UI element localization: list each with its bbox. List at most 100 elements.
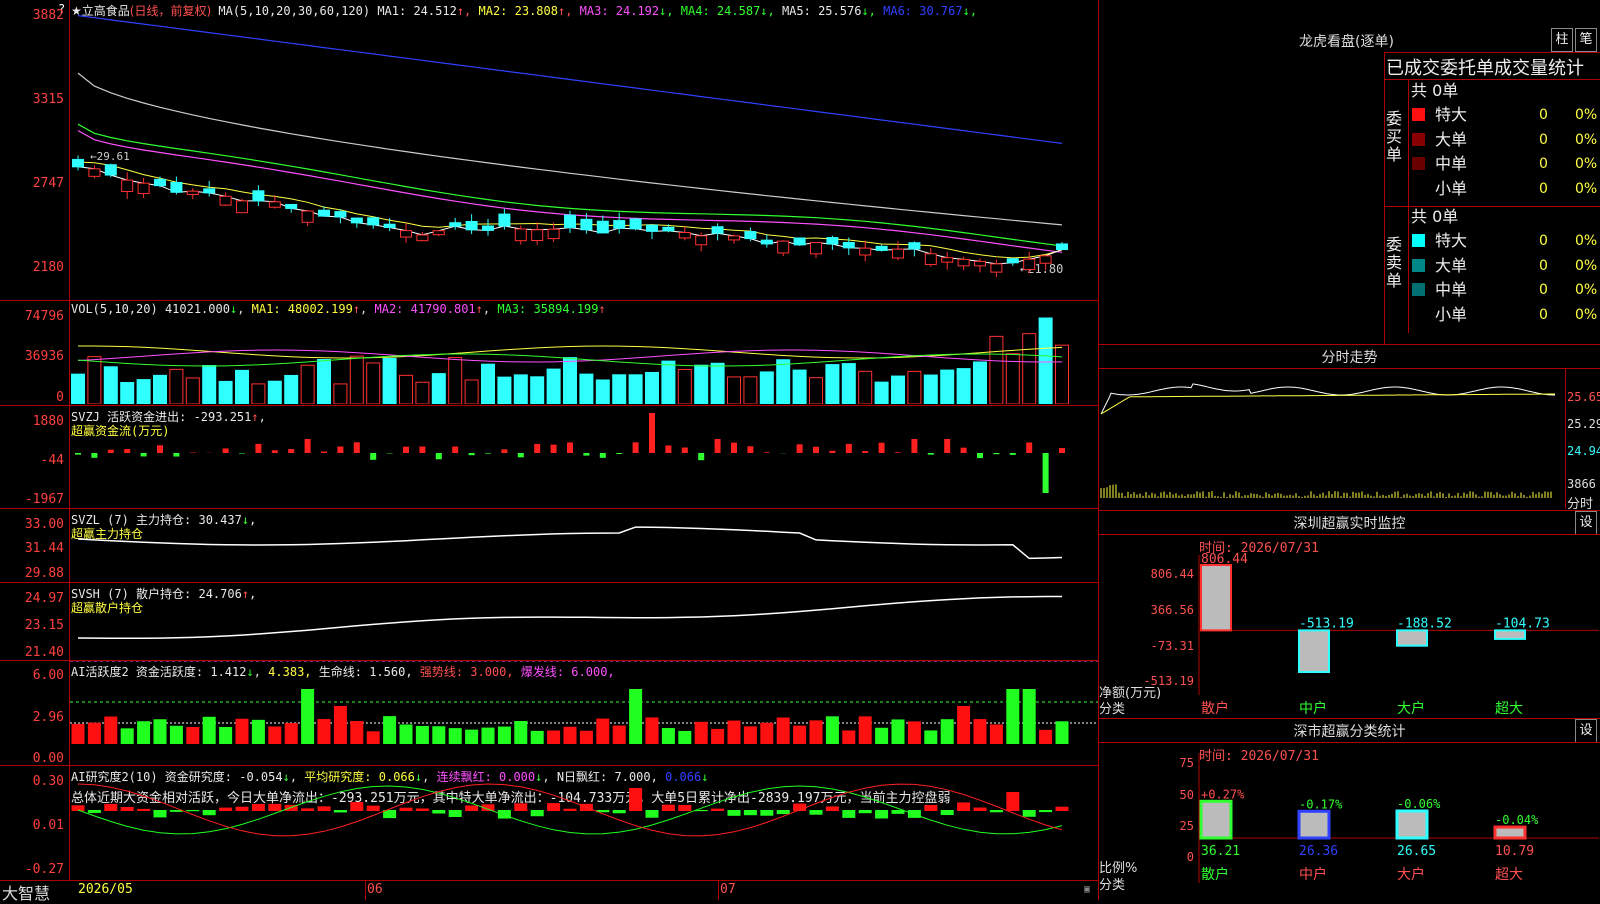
candle [532, 230, 543, 241]
order-color-swatch [1412, 157, 1425, 170]
order-row-label: 小单 [1435, 178, 1467, 200]
classify-percent: 10.79 [1495, 844, 1534, 859]
activity-bar [465, 730, 478, 744]
candle [843, 242, 854, 247]
research-bar [744, 810, 757, 815]
activity-bar [186, 727, 199, 744]
candle [991, 264, 1002, 272]
main-holding-chart[interactable] [70, 509, 1098, 582]
research-bar [826, 806, 839, 811]
research-bar [203, 810, 216, 815]
volume-bar [88, 357, 101, 404]
activity-bar [367, 731, 380, 744]
research-bar [367, 806, 380, 811]
flow-bar [1059, 448, 1065, 453]
monitor-bar-label: -513.19 [1299, 616, 1354, 631]
flow-bar [255, 444, 261, 453]
volume-chart[interactable] [70, 316, 1098, 404]
classify-category: 中户 [1299, 866, 1327, 883]
candle [466, 221, 477, 229]
flow-bar [141, 453, 147, 456]
activity-bar [137, 721, 150, 744]
ai-activity-chart[interactable] [70, 661, 1098, 765]
candle [647, 225, 658, 231]
flow-bar [698, 453, 704, 460]
volume-bar [580, 374, 593, 404]
price-axis-label: 2180 [0, 260, 64, 275]
volume-bar [924, 375, 937, 404]
flow-bar [862, 451, 868, 453]
candle [893, 249, 904, 258]
candle [138, 183, 149, 193]
right-panel: 龙虎看盘(逐单) 柱 笔 已成交委托单成交量统计 委买单 共 0单 特大00%大… [1099, 0, 1600, 900]
tick-mode-button[interactable]: 笔 [1575, 28, 1597, 52]
monitor-bar [1495, 630, 1525, 638]
activity-bar [842, 730, 855, 744]
activity-bar [350, 721, 363, 744]
retail-holding-chart[interactable] [70, 583, 1098, 660]
bar-mode-button[interactable]: 柱 [1551, 28, 1573, 52]
candlestick-chart[interactable] [70, 14, 1098, 300]
flow-bar [829, 451, 835, 453]
flow-bar [419, 447, 425, 453]
research-bar [957, 802, 970, 811]
flow-bar [173, 453, 179, 457]
candle [187, 191, 198, 194]
classify-category: 大户 [1397, 866, 1425, 883]
chart-area[interactable]: ? ★立高食品(日线，前复权) MA(5,10,20,30,60,120) MA… [0, 0, 1098, 900]
candle [548, 229, 559, 238]
activity-bar [236, 719, 249, 744]
volume-bar [531, 377, 544, 404]
classify-settings-button[interactable]: 设 [1575, 719, 1597, 743]
candle [942, 258, 953, 262]
research-bar [678, 805, 691, 811]
candle [1007, 259, 1018, 263]
candle [778, 241, 789, 253]
activity-bar [1006, 689, 1019, 744]
monitor-category: 超大 [1495, 701, 1523, 717]
volume-bar [186, 378, 199, 404]
capital-flow-chart[interactable] [70, 406, 1098, 508]
volume-bar [285, 375, 298, 404]
volume-bar [154, 375, 167, 404]
flow-bar [223, 448, 229, 453]
candle [450, 223, 461, 226]
flow-bar [944, 439, 950, 453]
activity-bar [744, 726, 757, 744]
order-row-count: 0 [1539, 104, 1548, 126]
ai-activity-axis-label: 0.00 [0, 751, 64, 766]
order-row-percent: 0% [1575, 104, 1597, 126]
classify-bar-chart[interactable]: +0.27%36.21散户-0.17%26.36中户-0.06%26.65大户-… [1099, 743, 1600, 900]
flow-bar [993, 453, 999, 454]
volume-bar [383, 358, 396, 404]
candle [565, 215, 576, 228]
vol-axis-label: 0 [0, 390, 64, 405]
activity-bar [793, 726, 806, 744]
intraday-chart[interactable] [1099, 369, 1565, 509]
candle [253, 191, 264, 201]
activity-bar [301, 689, 314, 744]
svzj-axis-label: -1967 [0, 492, 64, 507]
flow-bar [583, 453, 589, 456]
volume-bar [728, 377, 741, 404]
order-row-count: 0 [1539, 304, 1548, 326]
ai-research-chart[interactable] [70, 766, 1098, 880]
volume-bar [892, 376, 905, 404]
flow-bar [633, 442, 639, 453]
activity-bar [104, 717, 117, 744]
order-color-swatch [1412, 234, 1425, 247]
flow-bar [305, 439, 311, 453]
volume-bar [613, 375, 626, 404]
monitor-bar-chart[interactable]: 806.44散户-513.19中户-188.52大户-104.73超大 [1099, 535, 1600, 718]
research-bar [810, 810, 823, 815]
volume-bar [810, 378, 823, 404]
research-bar [547, 803, 560, 811]
volume-bar [908, 371, 921, 404]
flow-bar [337, 446, 343, 453]
research-bar [301, 808, 314, 811]
monitor-settings-button[interactable]: 设 [1575, 511, 1597, 535]
candle [269, 202, 280, 207]
price-axis-label: 2747 [0, 176, 64, 191]
svzj-axis-label: -44 [0, 453, 64, 468]
lock-icon[interactable]: ▣ [1084, 884, 1090, 895]
